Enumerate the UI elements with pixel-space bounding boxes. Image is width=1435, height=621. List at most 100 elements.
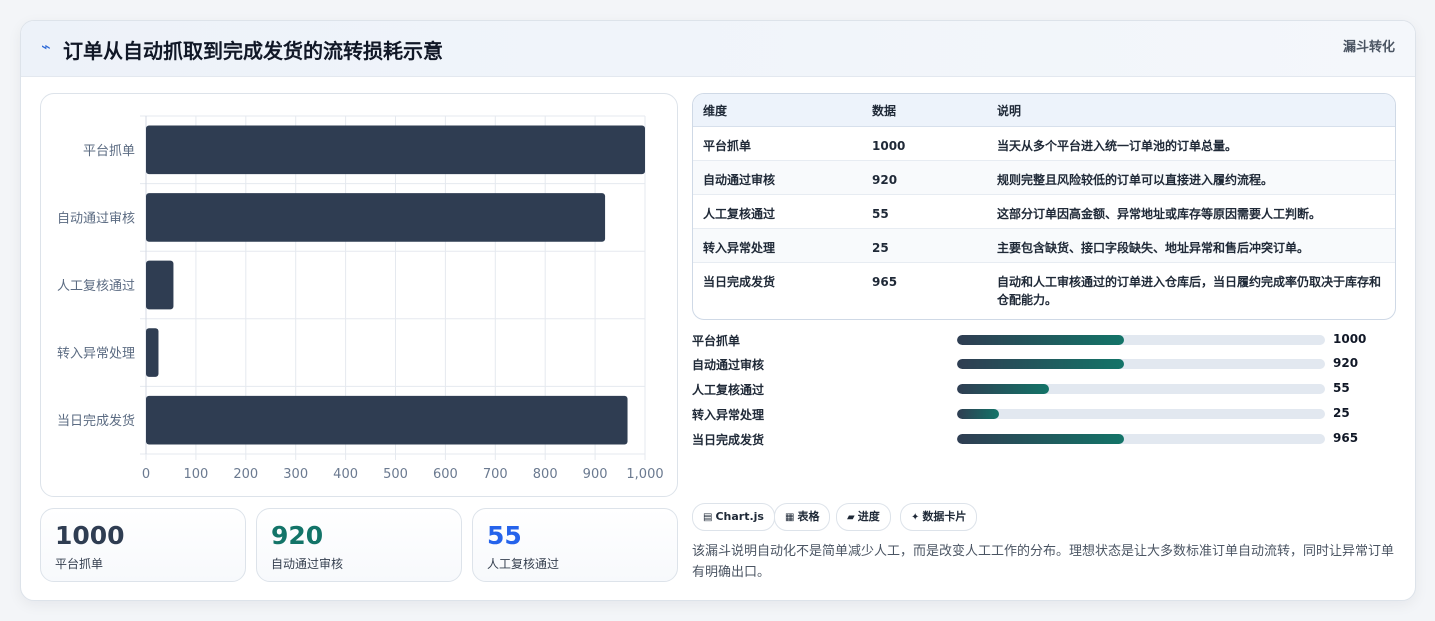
cell-dimension: 自动通过审核 (693, 160, 862, 195)
stat-label: 自动通过审核 (271, 557, 344, 571)
sparkle-icon: ✦ (911, 512, 920, 523)
table-row: 人工复核通过 55 这部分订单因高金额、异常地址或库存等原因需要人工判断。 (693, 194, 1395, 229)
cell-dimension: 当日完成发货 (693, 262, 862, 309)
table-row: 平台抓单 1000 当天从多个平台进入统一订单池的订单总量。 (693, 126, 1395, 161)
x-tick-label: 0 (142, 467, 150, 482)
cell-dimension: 人工复核通过 (693, 194, 862, 229)
cell-description: 当天从多个平台进入统一订单池的订单总量。 (987, 126, 1395, 161)
header-tag: 漏斗转化 (1342, 40, 1395, 55)
bar (146, 193, 606, 242)
cell-value: 25 (862, 228, 987, 263)
bar (146, 260, 174, 310)
chip-label: 表格 (797, 510, 820, 523)
progress-row: 当日完成发货 965 (692, 431, 1394, 447)
progress-track (957, 359, 1325, 369)
progress-fill (957, 384, 1049, 394)
progress-value: 920 (1333, 356, 1359, 370)
progress-row: 转入异常处理 25 (692, 406, 1394, 422)
stat-value: 55 (487, 521, 522, 550)
bar-chart: 0 100 200 300 400 500 600 700 800 900 1,000 平台抓单自动通… (57, 115, 664, 482)
table-header-row: 维度 数据 说明 (693, 94, 1395, 127)
x-tick-label: 300 (283, 467, 308, 482)
column-header-value: 数据 (862, 94, 987, 127)
cell-value: 1000 (862, 126, 987, 161)
progress-fill (957, 359, 1125, 369)
x-tick-label: 1,000 (626, 467, 663, 482)
y-tick-label: 转入异常处理 (57, 347, 135, 362)
line-chart-icon: ⌁ (41, 37, 51, 56)
chip-label: 数据卡片 (922, 510, 967, 523)
chip-label: 进度 (857, 510, 880, 523)
stat-card-orders: 1000 平台抓单 (40, 508, 246, 582)
cell-value: 920 (862, 160, 987, 195)
x-tick-label: 600 (433, 467, 458, 482)
x-tick-label: 100 (183, 467, 208, 482)
y-tick-label: 人工复核通过 (57, 279, 135, 294)
progress-row: 自动通过审核 920 (692, 356, 1394, 372)
x-tick-label: 500 (383, 467, 408, 482)
chip-progress[interactable]: ▰ 进度 (836, 503, 891, 531)
progress-fill (957, 335, 1125, 345)
bar (146, 328, 159, 377)
cell-description: 主要包含缺货、接口字段缺失、地址异常和售后冲突订单。 (987, 228, 1395, 263)
table-row: 自动通过审核 920 规则完整且风险较低的订单可以直接进入履约流程。 (693, 160, 1395, 195)
dashboard-card: ⌁ 订单从自动抓取到完成发货的流转损耗示意 漏斗转化 0 100 200 300 400… (20, 20, 1416, 601)
progress-row: 平台抓单 1000 (692, 332, 1394, 348)
x-tick-label: 400 (333, 467, 358, 482)
progress-label: 转入异常处理 (692, 408, 765, 422)
column-header-dimension: 维度 (693, 94, 862, 127)
progress-fill (957, 434, 1125, 444)
y-tick-label: 自动通过审核 (57, 211, 135, 226)
progress-track (957, 335, 1325, 345)
bar (146, 125, 645, 175)
chip-label: Chart.js (715, 510, 764, 523)
table-row: 转入异常处理 25 主要包含缺货、接口字段缺失、地址异常和售后冲突订单。 (693, 228, 1395, 263)
stat-value: 920 (271, 521, 324, 550)
y-tick-label: 平台抓单 (83, 144, 135, 159)
chip-chartjs[interactable]: ▤ Chart.js (692, 503, 775, 531)
column-header-description: 说明 (987, 94, 1395, 127)
bar-chart-panel: 0 100 200 300 400 500 600 700 800 900 1,000 平台抓单自动通… (40, 93, 678, 497)
cell-dimension: 平台抓单 (693, 126, 862, 161)
progress-label: 自动通过审核 (692, 358, 765, 372)
page-title: 订单从自动抓取到完成发货的流转损耗示意 (63, 39, 443, 63)
y-tick-label: 当日完成发货 (57, 413, 135, 429)
footnote: 该漏斗说明自动化不是简单减少人工，而是改变人工工作的分布。理想状态是让大多数标准… (692, 544, 1395, 580)
chip-table[interactable]: ▦ 表格 (774, 503, 831, 531)
table-icon: ▦ (785, 512, 795, 523)
cell-description: 自动和人工审核通过的订单进入仓库后，当日履约完成率仍取决于库存和仓配能力。 (987, 262, 1395, 309)
stat-label: 人工复核通过 (487, 557, 560, 571)
progress-icon: ▰ (847, 512, 855, 523)
progress-row: 人工复核通过 55 (692, 381, 1394, 397)
card-header: ⌁ 订单从自动抓取到完成发货的流转损耗示意 漏斗转化 (21, 21, 1415, 77)
chip-data-card[interactable]: ✦ 数据卡片 (900, 503, 978, 531)
progress-track (957, 409, 1325, 419)
x-tick-label: 200 (233, 467, 258, 482)
x-tick-label: 800 (533, 467, 558, 482)
cell-description: 这部分订单因高金额、异常地址或库存等原因需要人工判断。 (987, 194, 1395, 229)
progress-label: 当日完成发货 (692, 433, 765, 447)
x-tick-label: 900 (583, 467, 608, 482)
data-table: 维度 数据 说明 平台抓单 1000 当天从多个平台进入统一订单池的订单总量。 … (692, 93, 1396, 320)
table-row: 当日完成发货 965 自动和人工审核通过的订单进入仓库后，当日履约完成率仍取决于… (693, 262, 1395, 309)
stat-card-auto-approved: 920 自动通过审核 (256, 508, 462, 582)
cell-dimension: 转入异常处理 (693, 228, 862, 263)
x-tick-label: 700 (483, 467, 508, 482)
progress-value: 965 (1333, 431, 1359, 445)
bar (146, 395, 628, 445)
stat-card-manual-approved: 55 人工复核通过 (472, 508, 678, 582)
progress-value: 25 (1333, 406, 1350, 420)
chart-icon: ▤ (703, 512, 713, 523)
stat-label: 平台抓单 (55, 557, 104, 571)
cell-description: 规则完整且风险较低的订单可以直接进入履约流程。 (987, 160, 1395, 195)
progress-fill (957, 409, 999, 419)
progress-track (957, 384, 1325, 394)
cell-value: 965 (862, 262, 987, 309)
cell-value: 55 (862, 194, 987, 229)
progress-label: 平台抓单 (692, 334, 741, 348)
progress-label: 人工复核通过 (692, 383, 765, 397)
progress-value: 55 (1333, 381, 1350, 395)
progress-value: 1000 (1333, 332, 1367, 346)
stat-value: 1000 (55, 521, 125, 550)
progress-track (957, 434, 1325, 444)
